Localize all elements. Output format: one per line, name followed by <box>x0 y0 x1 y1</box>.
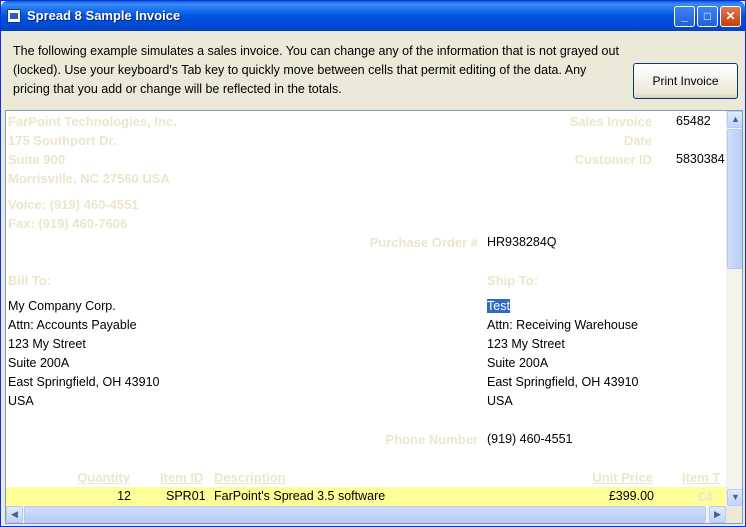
scroll-down-button[interactable]: ▼ <box>727 489 742 506</box>
vertical-scrollbar[interactable]: ▲ ▼ <box>726 111 742 506</box>
header-item-total: Item T <box>682 470 721 485</box>
vertical-scroll-thumb[interactable] <box>727 129 742 269</box>
company-fax: Fax: (919) 460-7606 <box>8 216 128 231</box>
company-street: 175 Southport Dr. <box>8 133 117 148</box>
customer-id-cell[interactable]: 5830384 <box>676 152 726 166</box>
company-city: Morrisville, NC 27560 USA <box>8 171 170 186</box>
scroll-right-button[interactable]: ▶ <box>709 506 726 523</box>
company-voice: Voice: (919) 460-4551 <box>8 197 139 212</box>
bill-to-line[interactable]: Suite 200A <box>8 356 69 370</box>
close-button[interactable]: ✕ <box>720 6 741 27</box>
title-bar[interactable]: Spread 8 Sample Invoice _ □ ✕ <box>1 1 745 31</box>
bill-to-label: Bill To: <box>8 273 52 288</box>
window-title: Spread 8 Sample Invoice <box>27 8 181 23</box>
scroll-up-button[interactable]: ▲ <box>727 111 742 128</box>
header-unit-price: Unit Price <box>592 470 653 485</box>
print-invoice-button[interactable]: Print Invoice <box>633 63 738 99</box>
date-cell[interactable] <box>676 133 724 149</box>
header-quantity: Quantity <box>77 470 130 485</box>
ship-to-line-selected[interactable]: Test <box>487 299 510 313</box>
bill-to-line[interactable]: USA <box>8 394 34 408</box>
ship-to-line[interactable]: Suite 200A <box>487 356 548 370</box>
invoice-window: Spread 8 Sample Invoice _ □ ✕ The follow… <box>0 0 746 527</box>
instructions-text: The following example simulates a sales … <box>13 44 619 96</box>
item-quantity[interactable]: 12 <box>46 489 131 503</box>
company-name: FarPoint Technologies, Inc. <box>8 114 177 129</box>
scroll-corner <box>726 506 742 523</box>
bill-to-line[interactable]: Attn: Accounts Payable <box>8 318 137 332</box>
item-total: £4 <box>698 489 713 504</box>
sales-invoice-cell[interactable]: 65482 <box>676 114 711 128</box>
bill-to-line[interactable]: East Springfield, OH 43910 <box>8 375 159 389</box>
ship-to-line[interactable]: USA <box>487 394 513 408</box>
scroll-left-button[interactable]: ◀ <box>6 506 23 523</box>
purchase-order-label: Purchase Order # <box>369 235 478 250</box>
item-description[interactable]: FarPoint's Spread 3.5 software <box>214 489 385 503</box>
header-description: Description <box>214 470 286 485</box>
company-suite: Suite 900 <box>8 152 66 167</box>
sales-invoice-label: Sales Invoice <box>569 114 652 129</box>
horizontal-scrollbar[interactable]: ◀ ▶ <box>6 506 726 523</box>
invoice-spreadsheet[interactable]: FarPoint Technologies, Inc. 175 Southpor… <box>5 110 743 524</box>
horizontal-scroll-thumb[interactable] <box>24 506 706 523</box>
item-unit-price[interactable]: £399.00 <box>546 489 654 503</box>
ship-to-line[interactable]: East Springfield, OH 43910 <box>487 375 638 389</box>
header-item-id: Item ID <box>160 470 204 485</box>
minimize-button[interactable]: _ <box>674 6 695 27</box>
item-id[interactable]: SPR01 <box>166 489 206 503</box>
bill-to-line[interactable]: My Company Corp. <box>8 299 116 313</box>
purchase-order-cell[interactable]: HR938284Q <box>487 235 557 249</box>
app-icon <box>7 9 21 23</box>
phone-cell[interactable]: (919) 460-4551 <box>487 432 572 446</box>
customer-id-label: Customer ID <box>574 152 652 167</box>
phone-label: Phone Number <box>385 432 478 447</box>
date-label: Date <box>623 133 652 148</box>
maximize-button[interactable]: □ <box>697 6 718 27</box>
ship-to-line[interactable]: Attn: Receiving Warehouse <box>487 318 638 332</box>
bill-to-line[interactable]: 123 My Street <box>8 337 86 351</box>
ship-to-label: Ship To: <box>487 273 539 288</box>
ship-to-line[interactable]: 123 My Street <box>487 337 565 351</box>
